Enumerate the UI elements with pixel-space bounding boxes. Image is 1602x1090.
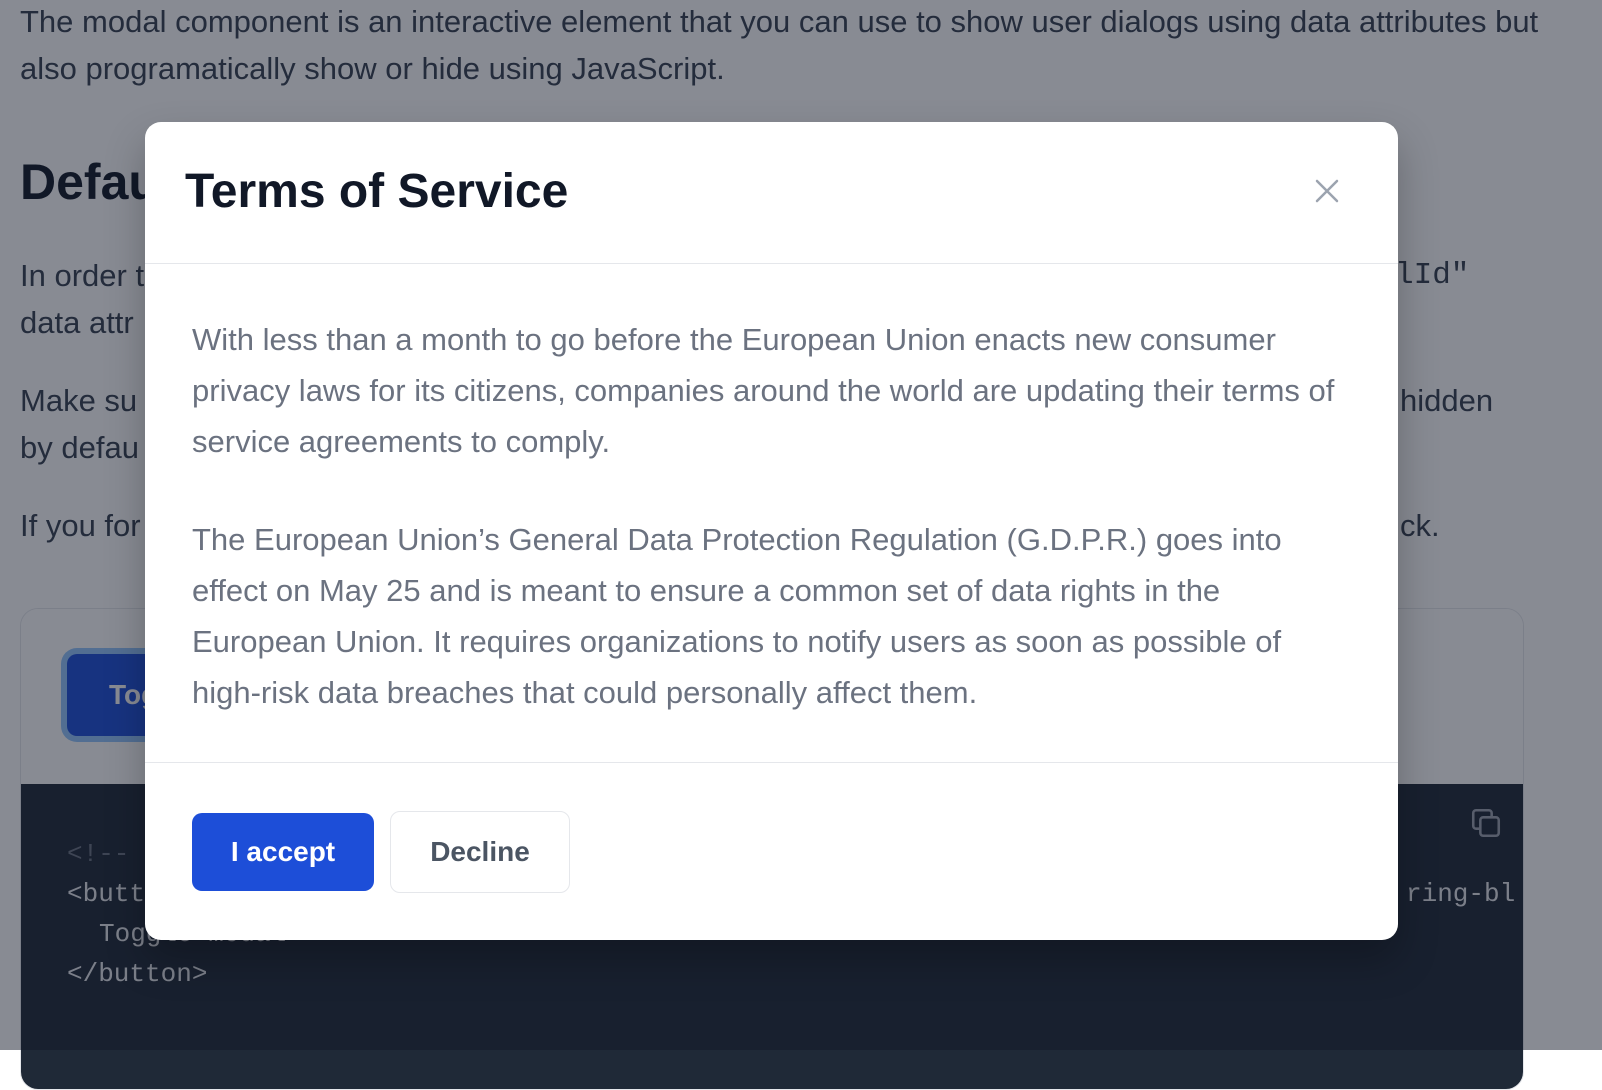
terms-modal: Terms of Service With less than a month … [145, 122, 1398, 940]
accept-button[interactable]: I accept [192, 813, 374, 891]
modal-body: With less than a month to go before the … [192, 314, 1352, 718]
decline-button[interactable]: Decline [390, 811, 570, 893]
modal-footer: I accept Decline [145, 762, 1398, 940]
close-button[interactable] [1302, 166, 1352, 216]
modal-title: Terms of Service [185, 165, 569, 218]
close-icon [1315, 179, 1339, 203]
modal-header: Terms of Service [145, 122, 1398, 264]
modal-body-paragraph: With less than a month to go before the … [192, 322, 1335, 459]
modal-body-paragraph: The European Union’s General Data Protec… [192, 522, 1282, 710]
